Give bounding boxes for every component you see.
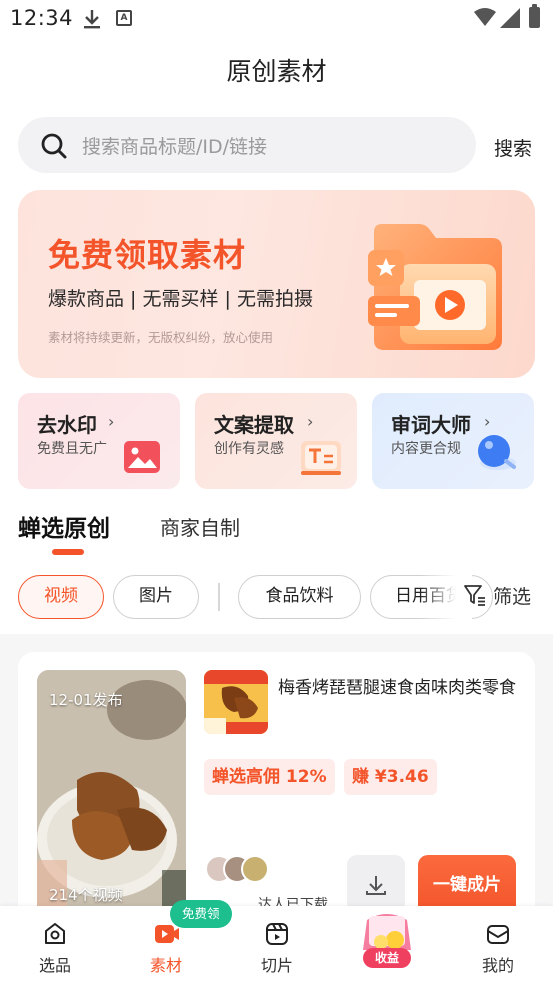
chip-divider bbox=[218, 583, 220, 611]
free-badge: 免费领 bbox=[170, 900, 232, 928]
card-title: 审词大师 bbox=[391, 413, 471, 437]
tab-chanxuan-original[interactable]: 蝉选原创 bbox=[18, 509, 110, 543]
nav-label: 选品 bbox=[38, 956, 71, 975]
chevron-right-icon: › bbox=[108, 412, 115, 431]
nav-label: 切片 bbox=[260, 956, 293, 975]
chip-food-drink[interactable]: 食品饮料 bbox=[238, 575, 361, 619]
folder-illustration-icon bbox=[364, 220, 509, 359]
card-subtitle: 创作有灵感 bbox=[214, 441, 284, 457]
a-icon: A bbox=[116, 10, 132, 26]
battery-icon bbox=[529, 4, 540, 28]
commission-tag: 蝉选高佣 12% bbox=[204, 759, 335, 795]
video-play-icon bbox=[154, 922, 180, 950]
clip-icon bbox=[265, 922, 289, 950]
nav-label: 收益 bbox=[363, 948, 411, 968]
tab-indicator bbox=[52, 549, 84, 555]
page-title: 原创素材 bbox=[226, 57, 327, 86]
status-time: 12:34 bbox=[10, 6, 74, 30]
image-icon bbox=[122, 439, 162, 479]
publish-date: 12-01发布 bbox=[49, 691, 123, 709]
nav-item-income[interactable]: 收益 bbox=[357, 910, 417, 968]
product-image[interactable] bbox=[204, 670, 268, 734]
banner-subtitle: 爆款商品 | 无需买样 | 无需拍摄 bbox=[48, 288, 313, 310]
nav-item-mine[interactable]: 我的 bbox=[453, 906, 543, 984]
banner-note: 素材将持续更新，无版权纠纷，放心使用 bbox=[48, 330, 274, 345]
home-icon bbox=[43, 922, 67, 950]
filter-button[interactable]: 筛选 bbox=[463, 582, 531, 609]
card-subtitle: 内容更合规 bbox=[391, 441, 461, 457]
chevron-right-icon: › bbox=[484, 412, 491, 431]
nav-label: 素材 bbox=[149, 956, 182, 975]
copy-extract-card[interactable]: 文案提取 › 创作有灵感 bbox=[195, 393, 357, 489]
earn-tag: 赚 ¥3.46 bbox=[344, 759, 437, 795]
search-button[interactable]: 搜索 bbox=[494, 134, 532, 161]
card-subtitle: 免费且无广 bbox=[37, 441, 107, 457]
remove-watermark-card[interactable]: 去水印 › 免费且无广 bbox=[18, 393, 180, 489]
magnifier-ball-icon bbox=[474, 433, 520, 477]
banner-title: 免费领取素材 bbox=[48, 236, 247, 274]
nav-item-select[interactable]: 选品 bbox=[10, 906, 100, 984]
download-button[interactable] bbox=[347, 855, 405, 913]
filter-label: 筛选 bbox=[493, 586, 532, 608]
search-icon bbox=[40, 132, 68, 164]
mailbox-icon bbox=[486, 922, 510, 950]
product-name[interactable]: 梅香烤琵琶腿速食卤味肉类零食 bbox=[278, 673, 518, 698]
download-icon bbox=[366, 876, 386, 895]
video-count: 214个视频 bbox=[49, 886, 123, 904]
wifi-icon bbox=[474, 8, 496, 30]
nav-item-clip[interactable]: 切片 bbox=[232, 906, 322, 984]
filter-icon bbox=[464, 585, 485, 606]
nav-label: 我的 bbox=[481, 956, 514, 975]
text-doc-icon bbox=[299, 437, 343, 481]
word-audit-card[interactable]: 审词大师 › 内容更合规 bbox=[372, 393, 534, 489]
chip-image[interactable]: 图片 bbox=[113, 575, 199, 619]
signal-icon bbox=[500, 8, 520, 32]
tab-merchant-made[interactable]: 商家自制 bbox=[160, 512, 240, 541]
chevron-right-icon: › bbox=[307, 412, 314, 431]
avatar bbox=[241, 855, 269, 883]
chip-video[interactable]: 视频 bbox=[18, 575, 104, 619]
download-icon bbox=[82, 8, 102, 34]
card-title: 文案提取 bbox=[214, 413, 294, 437]
search-placeholder: 搜索商品标题/ID/链接 bbox=[82, 136, 268, 158]
card-title: 去水印 bbox=[37, 413, 97, 437]
